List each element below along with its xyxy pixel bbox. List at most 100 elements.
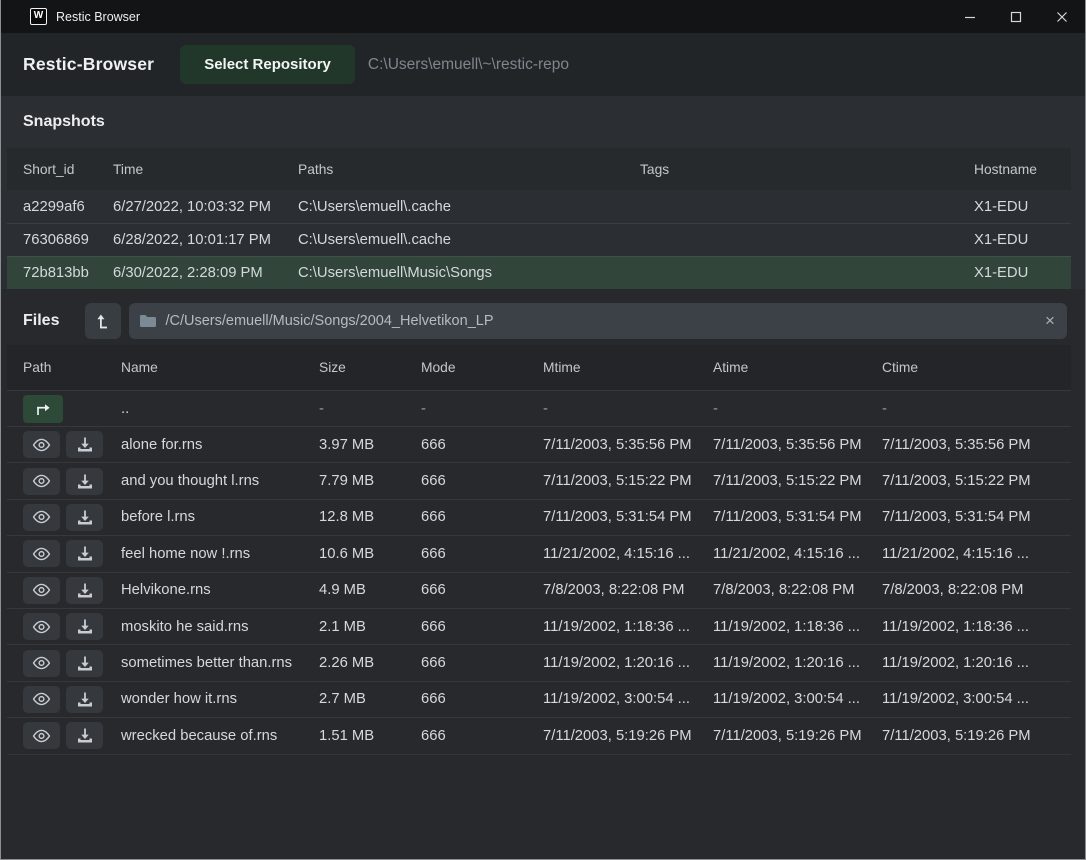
file-atime: 11/21/2002, 4:15:16 ... bbox=[713, 546, 882, 562]
folder-icon bbox=[139, 314, 157, 328]
snapshot-row[interactable]: 72b813bb 6/30/2022, 2:28:09 PM C:\Users\… bbox=[7, 256, 1071, 289]
eye-icon bbox=[32, 656, 51, 670]
file-name: wonder how it.rns bbox=[121, 691, 319, 707]
column-header-short_id: Short_id bbox=[23, 162, 113, 177]
file-atime: 7/11/2003, 5:15:22 PM bbox=[713, 473, 882, 489]
window-title: Restic Browser bbox=[56, 10, 140, 24]
file-row: Helvikone.rns 4.9 MB 666 7/8/2003, 8:22:… bbox=[7, 572, 1071, 608]
snapshot-short-id: 72b813bb bbox=[23, 265, 113, 281]
eye-icon bbox=[32, 729, 51, 743]
download-file-button[interactable] bbox=[66, 686, 103, 713]
files-section: PathNameSizeModeMtimeAtimeCtime .. - - -… bbox=[7, 345, 1071, 755]
file-name: before l.rns bbox=[121, 509, 319, 525]
download-file-button[interactable] bbox=[66, 613, 103, 640]
file-atime: 7/8/2003, 8:22:08 PM bbox=[713, 582, 882, 598]
titlebar: W Restic Browser bbox=[1, 0, 1085, 33]
parent-row-name: .. bbox=[121, 401, 319, 417]
file-atime: 7/11/2003, 5:19:26 PM bbox=[713, 728, 882, 744]
current-path-bar: /C/Users/emuell/Music/Songs/2004_Helveti… bbox=[129, 303, 1067, 339]
file-atime: 7/11/2003, 5:35:56 PM bbox=[713, 437, 882, 453]
column-header-tags: Tags bbox=[640, 162, 974, 177]
snapshot-time: 6/27/2022, 10:03:32 PM bbox=[113, 199, 298, 215]
file-mode: 666 bbox=[421, 509, 543, 525]
download-file-button[interactable] bbox=[66, 722, 103, 749]
view-file-button[interactable] bbox=[23, 431, 60, 458]
column-header-mtime: Mtime bbox=[543, 360, 713, 375]
download-icon bbox=[77, 583, 93, 598]
file-row: wrecked because of.rns 1.51 MB 666 7/11/… bbox=[7, 717, 1071, 753]
files-heading: Files bbox=[23, 312, 59, 330]
file-mode: 666 bbox=[421, 582, 543, 598]
snapshot-paths: C:\Users\emuell\.cache bbox=[298, 232, 640, 248]
file-mode: 666 bbox=[421, 619, 543, 635]
close-button[interactable] bbox=[1039, 0, 1085, 33]
maximize-button[interactable] bbox=[993, 0, 1039, 33]
view-file-button[interactable] bbox=[23, 650, 60, 677]
view-file-button[interactable] bbox=[23, 468, 60, 495]
file-size: 2.26 MB bbox=[319, 655, 421, 671]
view-file-button[interactable] bbox=[23, 722, 60, 749]
file-atime: 7/11/2003, 5:31:54 PM bbox=[713, 509, 882, 525]
file-size: 10.6 MB bbox=[319, 546, 421, 562]
select-repository-button[interactable]: Select Repository bbox=[180, 45, 355, 84]
empty-area bbox=[1, 755, 1085, 859]
view-file-button[interactable] bbox=[23, 504, 60, 531]
close-icon bbox=[1056, 11, 1068, 23]
file-atime: 11/19/2002, 3:00:54 ... bbox=[713, 691, 882, 707]
view-file-button[interactable] bbox=[23, 577, 60, 604]
download-icon bbox=[77, 692, 93, 707]
download-icon bbox=[77, 474, 93, 489]
app-title: Restic-Browser bbox=[23, 54, 154, 75]
parent-row-mode: - bbox=[421, 401, 543, 417]
file-name: feel home now !.rns bbox=[121, 546, 319, 562]
go-up-button[interactable] bbox=[23, 395, 63, 423]
list-root-button[interactable] bbox=[85, 303, 121, 339]
file-mode: 666 bbox=[421, 546, 543, 562]
snapshot-time: 6/28/2022, 10:01:17 PM bbox=[113, 232, 298, 248]
download-file-button[interactable] bbox=[66, 650, 103, 677]
file-mode: 666 bbox=[421, 691, 543, 707]
file-size: 2.1 MB bbox=[319, 619, 421, 635]
download-file-button[interactable] bbox=[66, 468, 103, 495]
file-ctime: 7/11/2003, 5:35:56 PM bbox=[882, 437, 1071, 453]
snapshot-hostname: X1-EDU bbox=[974, 265, 1071, 281]
snapshot-row[interactable]: a2299af6 6/27/2022, 10:03:32 PM C:\Users… bbox=[7, 190, 1071, 223]
file-mtime: 7/11/2003, 5:19:26 PM bbox=[543, 728, 713, 744]
snapshot-paths: C:\Users\emuell\.cache bbox=[298, 199, 640, 215]
eye-icon bbox=[32, 510, 51, 524]
view-file-button[interactable] bbox=[23, 686, 60, 713]
parent-directory-row[interactable]: .. - - - - - bbox=[7, 390, 1071, 426]
parent-row-mtime: - bbox=[543, 401, 713, 417]
download-icon bbox=[77, 437, 93, 452]
file-mtime: 7/11/2003, 5:31:54 PM bbox=[543, 509, 713, 525]
file-mode: 666 bbox=[421, 473, 543, 489]
column-header-time: Time bbox=[113, 162, 298, 177]
snapshot-row[interactable]: 76306869 6/28/2022, 10:01:17 PM C:\Users… bbox=[7, 223, 1071, 256]
file-row: alone for.rns 3.97 MB 666 7/11/2003, 5:3… bbox=[7, 426, 1071, 462]
download-icon bbox=[77, 656, 93, 671]
current-path-text: /C/Users/emuell/Music/Songs/2004_Helveti… bbox=[165, 313, 1033, 329]
file-row: wonder how it.rns 2.7 MB 666 11/19/2002,… bbox=[7, 681, 1071, 717]
snapshot-short-id: 76306869 bbox=[23, 232, 113, 248]
section-divider bbox=[1, 289, 1085, 297]
file-size: 2.7 MB bbox=[319, 691, 421, 707]
minimize-button[interactable] bbox=[947, 0, 993, 33]
download-file-button[interactable] bbox=[66, 431, 103, 458]
column-header-path: Path bbox=[23, 360, 121, 375]
download-file-button[interactable] bbox=[66, 504, 103, 531]
file-ctime: 7/11/2003, 5:31:54 PM bbox=[882, 509, 1071, 525]
column-header-ctime: Ctime bbox=[882, 360, 1071, 375]
eye-icon bbox=[32, 620, 51, 634]
download-file-button[interactable] bbox=[66, 577, 103, 604]
up-right-arrow-icon bbox=[34, 402, 52, 416]
file-size: 1.51 MB bbox=[319, 728, 421, 744]
view-file-button[interactable] bbox=[23, 613, 60, 640]
download-file-button[interactable] bbox=[66, 540, 103, 567]
file-size: 7.79 MB bbox=[319, 473, 421, 489]
file-mode: 666 bbox=[421, 437, 543, 453]
download-icon bbox=[77, 546, 93, 561]
clear-path-button[interactable]: × bbox=[1033, 303, 1067, 339]
column-header-hostname: Hostname bbox=[974, 162, 1071, 177]
app-window: W Restic Browser Restic-Browser Select R… bbox=[0, 0, 1086, 860]
view-file-button[interactable] bbox=[23, 540, 60, 567]
